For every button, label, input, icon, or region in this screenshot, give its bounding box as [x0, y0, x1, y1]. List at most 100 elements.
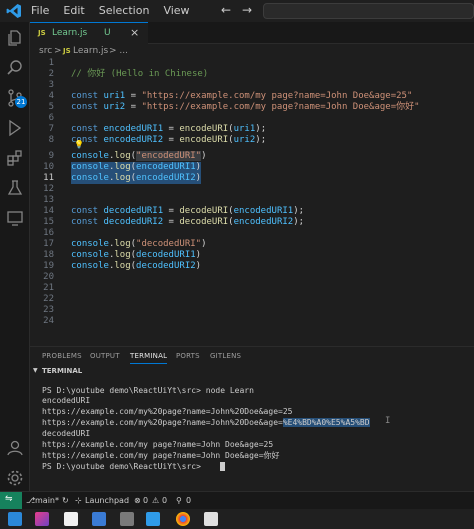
- app-icon[interactable]: [35, 512, 49, 526]
- line-number: 23: [43, 305, 54, 315]
- status-bar: ⇋ ⎇ main* ↻ ⊹ Launchpad ⊗ 0 ⚠ 0 ⚲ 0: [0, 491, 474, 509]
- remote-explorer-icon[interactable]: [5, 208, 25, 228]
- line-number: 13: [43, 195, 54, 205]
- lightbulb-icon[interactable]: 💡: [74, 140, 84, 149]
- tab-ports[interactable]: PORTS: [176, 352, 200, 360]
- line-number: 9: [48, 151, 54, 161]
- line-number: 15: [43, 217, 54, 227]
- code-line: const encodedURI2 = encodeURI(uri2);: [71, 135, 267, 145]
- warning-icon[interactable]: ⚠: [152, 496, 159, 505]
- line-number: 1: [48, 58, 54, 68]
- line-number: 24: [43, 316, 54, 326]
- terminal-selection: %E4%BD%A0%E5%A5%BD: [282, 418, 370, 427]
- line-number: 3: [48, 80, 54, 90]
- command-center[interactable]: [263, 3, 474, 19]
- code-line: const encodedURI1 = encodeURI(uri1);: [71, 124, 267, 134]
- ports-count[interactable]: 0: [186, 496, 191, 505]
- warning-count[interactable]: 0: [162, 496, 167, 505]
- extensions-icon[interactable]: [5, 148, 25, 168]
- code-line: console.log(decodedURI2): [71, 261, 202, 271]
- remote-icon: ⇋: [5, 494, 13, 504]
- chevron-down-icon[interactable]: ▼: [33, 367, 38, 374]
- line-number: 18: [43, 250, 54, 260]
- vscode-logo-icon: [6, 4, 21, 18]
- error-count[interactable]: 0: [143, 496, 148, 505]
- terminal-cursor: [220, 462, 225, 471]
- code-line: const decodedURI2 = decodeURI(encodedURI…: [71, 217, 305, 227]
- tab-gitlens[interactable]: GITLENS: [210, 352, 241, 360]
- menu-selection[interactable]: Selection: [99, 4, 150, 17]
- menu-file[interactable]: File: [31, 4, 49, 17]
- line-number: 21: [43, 283, 54, 293]
- terminal-header[interactable]: ▼ TERMINAL: [30, 364, 474, 378]
- chrome-icon[interactable]: [176, 512, 190, 526]
- code-line: // 你好 (Hello in Chinese): [71, 69, 209, 79]
- terminal-line: https://example.com/my page?name=John Do…: [42, 440, 274, 449]
- line-number: 4: [48, 91, 54, 101]
- gear-icon[interactable]: [5, 468, 25, 488]
- terminal-section-label: TERMINAL: [42, 367, 83, 375]
- tab-problems[interactable]: PROBLEMS: [42, 352, 82, 360]
- error-icon[interactable]: ⊗: [134, 496, 141, 505]
- run-debug-icon[interactable]: [5, 118, 25, 138]
- branch-icon: ⎇: [26, 496, 36, 505]
- tab-learn-js[interactable]: JS Learn.js U ×: [30, 22, 148, 44]
- terminal-line: decodedURI: [42, 429, 91, 438]
- app-icon[interactable]: [204, 512, 218, 526]
- vscode-taskbar-icon[interactable]: [146, 512, 160, 526]
- launchpad-label[interactable]: Launchpad: [85, 496, 129, 505]
- line-number: 16: [43, 228, 54, 238]
- account-icon[interactable]: [5, 438, 25, 458]
- source-control-badge: 21: [15, 96, 27, 108]
- os-taskbar: [0, 509, 474, 529]
- launchpad-icon: ⊹: [75, 496, 82, 505]
- code-line: console.log(encodedURI2): [71, 173, 202, 184]
- js-file-icon: JS: [38, 29, 46, 37]
- close-icon[interactable]: ×: [130, 26, 139, 39]
- testing-icon[interactable]: [5, 178, 25, 198]
- code-line: console.log("encodedURI"): [71, 151, 207, 161]
- breadcrumb-separator: >: [54, 46, 62, 56]
- branch-name[interactable]: main*: [35, 496, 59, 505]
- breadcrumb-folder[interactable]: src: [39, 46, 52, 56]
- code-line: console.log(decodedURI1): [71, 250, 202, 260]
- terminal-prompt: PS D:\youtube demo\ReactUiYt\src>: [42, 462, 206, 471]
- terminal-line: encodedURI: [42, 396, 91, 405]
- menu-edit[interactable]: Edit: [63, 4, 84, 17]
- search-icon[interactable]: [5, 58, 25, 78]
- line-number: 7: [48, 124, 54, 134]
- line-number: 19: [43, 261, 54, 271]
- breadcrumb-file[interactable]: Learn.js: [73, 46, 108, 56]
- line-number: 6: [48, 113, 54, 123]
- windows-start-icon[interactable]: [8, 512, 22, 526]
- terminal[interactable]: PS D:\youtube demo\ReactUiYt\src> node L…: [30, 380, 474, 490]
- code-editor[interactable]: 1 2 // 你好 (Hello in Chinese) 3 4 const u…: [30, 58, 474, 340]
- text-cursor-icon: I: [385, 416, 391, 426]
- app-icon[interactable]: [92, 512, 106, 526]
- line-number: 12: [43, 184, 54, 194]
- app-icon[interactable]: [64, 512, 78, 526]
- forward-arrow-icon[interactable]: →: [242, 3, 252, 17]
- back-arrow-icon[interactable]: ←: [221, 3, 231, 17]
- tab-status: U: [104, 28, 111, 38]
- activity-bar: 21: [0, 22, 30, 491]
- app-icon[interactable]: [120, 512, 134, 526]
- explorer-icon[interactable]: [5, 28, 25, 48]
- line-number: 17: [43, 239, 54, 249]
- code-line: console.log(encodedURI1): [71, 162, 202, 173]
- js-file-icon: JS: [63, 47, 71, 55]
- tab-filename: Learn.js: [52, 28, 88, 38]
- code-line: const uri2 = "https://example.com/my pag…: [71, 102, 420, 112]
- line-number: 20: [43, 272, 54, 282]
- line-number: 8: [48, 135, 54, 145]
- panel-tabs: PROBLEMS OUTPUT TERMINAL PORTS GITLENS: [30, 346, 474, 364]
- tab-output[interactable]: OUTPUT: [90, 352, 120, 360]
- sync-icon[interactable]: ↻: [62, 496, 69, 505]
- remote-indicator[interactable]: ⇋: [0, 492, 22, 509]
- tab-terminal[interactable]: TERMINAL: [130, 352, 168, 364]
- line-number: 11: [43, 173, 54, 183]
- ports-icon[interactable]: ⚲: [176, 496, 182, 505]
- line-number: 22: [43, 294, 54, 304]
- menu-view[interactable]: View: [163, 4, 189, 17]
- breadcrumb-more[interactable]: > ...: [109, 46, 128, 56]
